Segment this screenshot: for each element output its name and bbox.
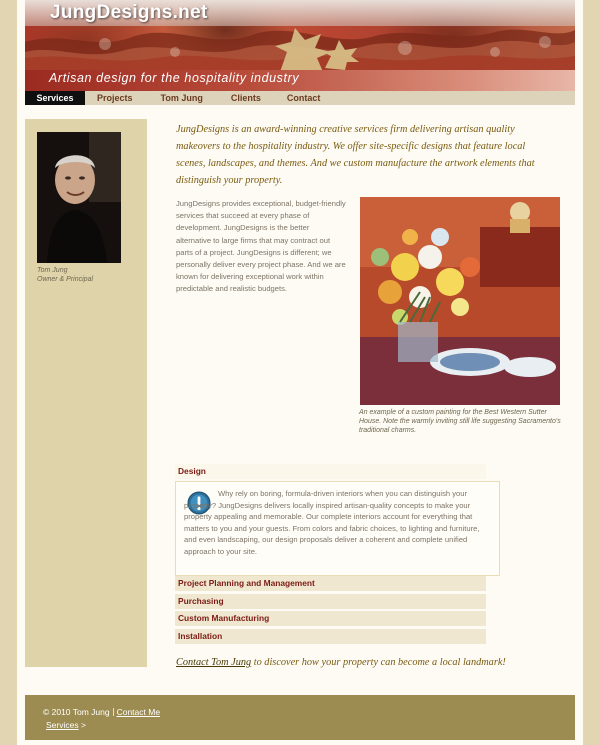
footer-breadcrumb-services-link[interactable]: Services <box>46 720 79 730</box>
accordion-design-panel: Why rely on boring, formula-driven inter… <box>175 481 500 576</box>
painting-image <box>360 197 560 405</box>
footer-copyright: © 2010 Tom Jung <box>43 707 110 717</box>
nav-item-projects[interactable]: Projects <box>85 91 147 105</box>
portrait-caption: Tom Jung Owner & Principal <box>37 266 137 284</box>
contact-call-to-action-text: to discover how your property can become… <box>251 657 506 668</box>
portrait-photo <box>37 132 121 263</box>
contact-tom-jung-link[interactable]: Contact Tom Jung <box>176 657 251 668</box>
intro-paragraph: JungDesigns is an award-winning creative… <box>176 124 535 186</box>
footer-copyright-line: © 2010 Tom Jung Contact Me <box>43 707 160 717</box>
body-paragraph: JungDesigns provides exceptional, budget… <box>176 199 346 294</box>
accordion-project-planning[interactable]: Project Planning and Management <box>175 576 486 591</box>
footer-contact-link[interactable]: Contact Me <box>117 707 160 717</box>
banner-artwork <box>25 28 575 72</box>
painting-caption: An example of a custom painting for the … <box>359 409 561 434</box>
page: JungDesigns.net Artisan design for the h… <box>17 0 583 745</box>
nav-item-services[interactable]: Services <box>25 91 85 105</box>
accordion-custom-manufacturing[interactable]: Custom Manufacturing <box>175 611 486 626</box>
footer-breadcrumb: Services > <box>46 720 86 730</box>
site-tagline: Artisan design for the hospitality indus… <box>49 71 300 85</box>
contact-call-to-action: Contact Tom Jung to discover how your pr… <box>176 657 556 668</box>
sidebar: Tom Jung Owner & Principal <box>25 119 147 667</box>
painting-illustration <box>360 197 560 405</box>
nav-item-tom-jung[interactable]: Tom Jung <box>147 91 217 105</box>
footer-divider <box>112 708 114 716</box>
main-nav: Services Projects Tom Jung Clients Conta… <box>25 91 575 105</box>
nav-item-contact[interactable]: Contact <box>273 91 333 105</box>
portrait-caption-name: Tom Jung <box>37 267 68 274</box>
site-title[interactable]: JungDesigns.net <box>50 2 208 24</box>
accordion-design[interactable]: Design <box>175 464 486 479</box>
footer-breadcrumb-separator: > <box>78 720 86 730</box>
accordion-installation[interactable]: Installation <box>175 629 486 644</box>
accordion-purchasing[interactable]: Purchasing <box>175 594 486 609</box>
portrait-caption-role: Owner & Principal <box>37 276 94 283</box>
portrait-illustration <box>37 132 121 263</box>
footer: © 2010 Tom Jung Contact Me Services > <box>25 695 575 740</box>
nav-item-clients[interactable]: Clients <box>217 91 273 105</box>
design-description: Why rely on boring, formula-driven inter… <box>184 489 480 556</box>
header-banner: JungDesigns.net Artisan design for the h… <box>25 0 575 91</box>
